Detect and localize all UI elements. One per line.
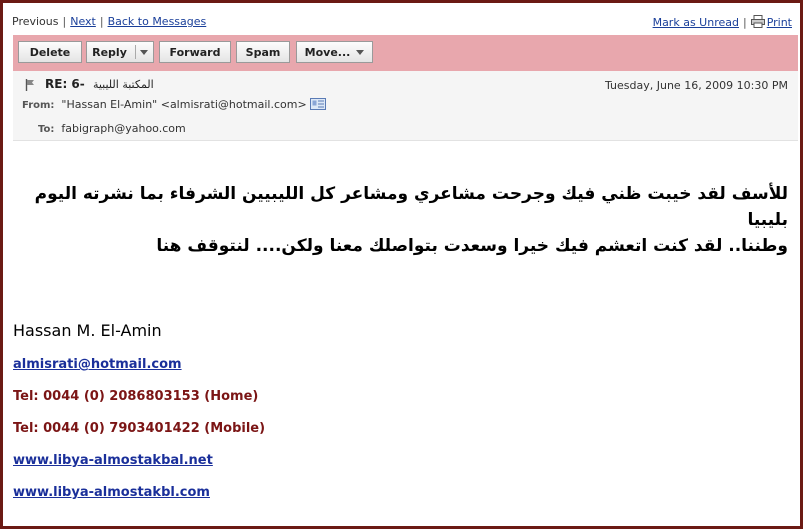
- add-contact-icon[interactable]: [309, 98, 326, 110]
- signature-site1-link[interactable]: www.libya-almostakbal.net: [13, 453, 213, 468]
- separator: |: [742, 16, 747, 29]
- from-row: From: "Hassan El-Amin" <almisrati@hotmail…: [22, 98, 326, 111]
- separator: |: [99, 15, 104, 28]
- to-label: To:: [38, 124, 55, 135]
- reply-button[interactable]: Reply: [86, 41, 154, 63]
- spam-button-label: Spam: [245, 45, 281, 59]
- print-link[interactable]: Print: [767, 16, 792, 29]
- delete-button-label: Delete: [29, 45, 71, 59]
- message-toolbar: Delete Reply Forward Spam Move...: [13, 35, 798, 71]
- to-address: fabigraph@yahoo.com: [61, 122, 186, 135]
- printer-icon[interactable]: [750, 15, 765, 28]
- nav-left: Previous | Next | Back to Messages: [12, 15, 206, 28]
- message-header: RE: 6- المكتبة الليبية Tuesday, June 16,…: [13, 71, 798, 141]
- split-divider: [134, 45, 136, 59]
- message-navigation: Previous | Next | Back to Messages Mark as U…: [12, 15, 792, 31]
- from-address: "Hassan El-Amin" <almisrati@hotmail.com>: [61, 98, 307, 111]
- previous-link[interactable]: Previous: [12, 15, 59, 28]
- signature-site2-row: www.libya-almostakbl.com: [13, 485, 210, 500]
- delete-button[interactable]: Delete: [18, 41, 82, 63]
- move-button-label: Move...: [304, 45, 351, 59]
- next-link[interactable]: Next: [70, 15, 96, 28]
- signature-tel-mobile: Tel: 0044 (0) 7903401422 (Mobile): [13, 421, 266, 436]
- forward-button[interactable]: Forward: [159, 41, 231, 63]
- forward-button-label: Forward: [169, 45, 221, 59]
- signature-site1-row: www.libya-almostakbal.net: [13, 453, 213, 468]
- message-date: Tuesday, June 16, 2009 10:30 PM: [605, 79, 788, 92]
- reply-button-label: Reply: [92, 45, 127, 59]
- email-window: Previous | Next | Back to Messages Mark as U…: [0, 0, 803, 529]
- separator: |: [62, 15, 67, 28]
- message-body-arabic: للأسف لقد خيبت ظني فيك وجرحت مشاعري ومشا…: [23, 181, 788, 259]
- subject-arabic-text: المكتبة الليبية: [92, 78, 154, 91]
- move-button[interactable]: Move...: [296, 41, 373, 63]
- signature-tel-home: Tel: 0044 (0) 2086803153 (Home): [13, 389, 259, 404]
- signature-email-link[interactable]: almisrati@hotmail.com: [13, 357, 182, 372]
- subject-text: RE: 6-: [45, 77, 85, 91]
- from-label: From:: [22, 100, 55, 111]
- signature-email-row: almisrati@hotmail.com: [13, 357, 182, 372]
- to-row: To: fabigraph@yahoo.com: [38, 122, 186, 135]
- back-to-messages-link[interactable]: Back to Messages: [108, 15, 207, 28]
- mark-as-unread-link[interactable]: Mark as Unread: [653, 16, 739, 29]
- body-line-1: للأسف لقد خيبت ظني فيك وجرحت مشاعري ومشا…: [34, 184, 788, 230]
- flag-icon[interactable]: [25, 79, 35, 91]
- spam-button[interactable]: Spam: [236, 41, 290, 63]
- nav-right: Mark as Unread | Print: [653, 15, 792, 29]
- chevron-down-icon[interactable]: [139, 49, 148, 55]
- message-subject: RE: 6- المكتبة الليبية: [45, 77, 154, 91]
- signature-site2-link[interactable]: www.libya-almostakbl.com: [13, 485, 210, 500]
- chevron-down-icon: [356, 49, 365, 55]
- signature-name: Hassan M. El-Amin: [13, 321, 162, 340]
- body-line-2: وطننا.. لقد كنت اتعشم فيك خيرا وسعدت بتو…: [156, 236, 788, 256]
